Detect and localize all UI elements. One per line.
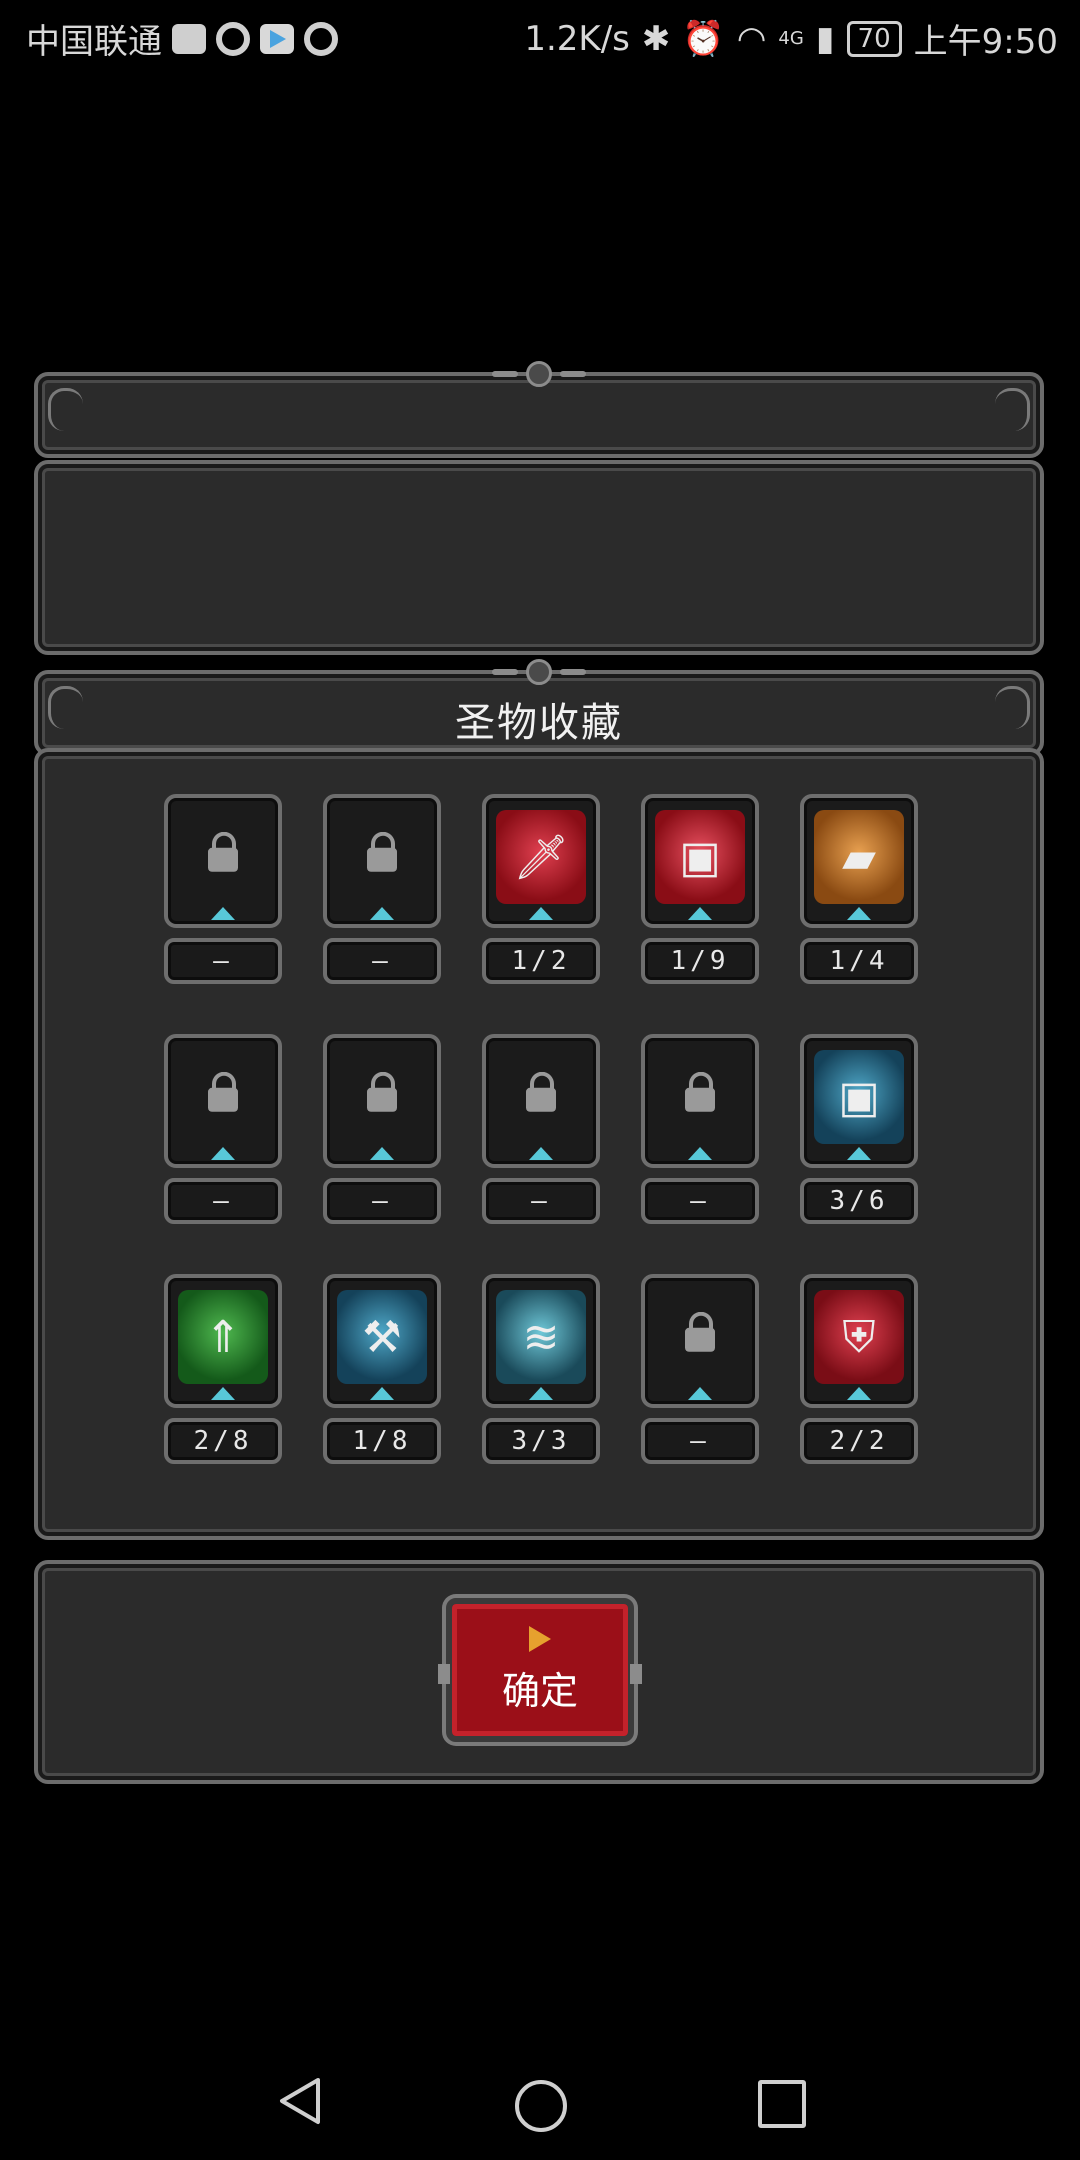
- green-arrow-icon: ⇑: [178, 1290, 268, 1384]
- relic-slot-locked[interactable]: [164, 1034, 282, 1168]
- relic-slot-red-shield[interactable]: ⛨: [800, 1274, 918, 1408]
- button-side-ornament: [438, 1664, 450, 1684]
- alarm-icon: ⏰: [682, 18, 725, 59]
- level-marker-icon: [847, 1387, 871, 1400]
- carrier-label: 中国联通: [26, 22, 162, 62]
- lock-icon: [367, 1071, 397, 1112]
- relic-count: 1/9: [641, 938, 759, 984]
- lock-icon: [685, 1311, 715, 1352]
- battery-indicator: 70: [846, 20, 902, 57]
- relic-slot-locked[interactable]: [641, 1274, 759, 1408]
- wifi-icon: ◠: [736, 18, 767, 59]
- lock-icon: [526, 1071, 556, 1112]
- bluetooth-icon: ✱: [641, 18, 671, 59]
- relic-count: —: [164, 1178, 282, 1224]
- level-marker-icon: [211, 1147, 235, 1160]
- status-bar: 中国联通 1.2K/s ✱ ⏰ ◠ 4G ▮ 70 上午9:50: [0, 0, 1080, 72]
- level-marker-icon: [370, 1387, 394, 1400]
- app-q2-icon: [304, 21, 338, 56]
- lock-icon: [367, 831, 397, 872]
- relic-count: 3/3: [482, 1418, 600, 1464]
- relic-slot-green-arrow[interactable]: ⇑: [164, 1274, 282, 1408]
- panel-ornament: [474, 659, 604, 685]
- top-info-panel: [34, 460, 1044, 655]
- relic-count: —: [641, 1418, 759, 1464]
- panel-title: 圣物收藏: [455, 700, 623, 746]
- top-panel-header: [34, 361, 1044, 458]
- app-q-icon: [216, 21, 250, 56]
- relic-slot-locked[interactable]: [323, 1034, 441, 1168]
- level-marker-icon: [847, 1147, 871, 1160]
- panel-ornament: [474, 361, 604, 387]
- relic-slot-orange-book[interactable]: ▰: [800, 794, 918, 928]
- net-speed: 1.2K/s: [524, 18, 630, 59]
- relic-slot-locked[interactable]: [164, 794, 282, 928]
- relic-count: —: [641, 1178, 759, 1224]
- red-chest-icon: ▣: [655, 810, 745, 904]
- level-marker-icon: [370, 907, 394, 920]
- corner-decoration: [48, 388, 83, 431]
- relic-count: —: [164, 938, 282, 984]
- level-marker-icon: [529, 907, 553, 920]
- confirm-label: 确定: [501, 1668, 578, 1713]
- relic-count: 1/8: [323, 1418, 441, 1464]
- signal-icon: ▮: [815, 18, 835, 59]
- level-marker-icon: [529, 1147, 553, 1160]
- level-marker-icon: [211, 907, 235, 920]
- corner-decoration: [995, 388, 1030, 431]
- level-marker-icon: [688, 1387, 712, 1400]
- relic-count: —: [323, 938, 441, 984]
- lock-icon: [685, 1071, 715, 1112]
- orange-book-icon: ▰: [814, 810, 904, 904]
- level-marker-icon: [211, 1387, 235, 1400]
- relic-slot-red-chest[interactable]: ▣: [641, 794, 759, 928]
- home-icon[interactable]: [515, 2080, 567, 2132]
- relic-slot-locked[interactable]: [641, 1034, 759, 1168]
- recent-apps-icon[interactable]: [758, 2080, 806, 2128]
- relic-slot-blue-chest[interactable]: ▣: [800, 1034, 918, 1168]
- level-marker-icon: [847, 907, 871, 920]
- blue-chest-icon: ▣: [814, 1050, 904, 1144]
- relic-slot-blue-wing[interactable]: ≋: [482, 1274, 600, 1408]
- relic-count: —: [323, 1178, 441, 1224]
- relic-count: 3/6: [800, 1178, 918, 1224]
- relic-slot-locked[interactable]: [482, 1034, 600, 1168]
- relic-count: 2/2: [800, 1418, 918, 1464]
- relic-count: 1/2: [482, 938, 600, 984]
- relic-slot-red-sword[interactable]: 🗡: [482, 794, 600, 928]
- clock: 上午9:50: [913, 22, 1058, 62]
- red-sword-icon: 🗡: [496, 810, 586, 904]
- relic-slot-locked[interactable]: [323, 794, 441, 928]
- level-marker-icon: [688, 907, 712, 920]
- play-arrow-icon: [529, 1625, 551, 1652]
- lock-icon: [208, 1071, 238, 1112]
- relic-grid-panel: — — 🗡 1/2 ▣ 1/9 ▰ 1/4 — — — — ▣ 3/6 ⇑ 2/8 ⚒ 1/8 ≋ 3/3 — ⛨ 2/2: [34, 748, 1044, 1540]
- relic-slot-blue-hammer[interactable]: ⚒: [323, 1274, 441, 1408]
- blue-hammer-icon: ⚒: [337, 1290, 427, 1384]
- relic-count: 1/4: [800, 938, 918, 984]
- video-app-icon: [260, 23, 294, 54]
- button-side-ornament: [630, 1664, 642, 1684]
- system-nav-bar: [0, 2040, 1080, 2160]
- briefcase-icon: [172, 23, 206, 54]
- lock-icon: [208, 831, 238, 872]
- relic-count: 2/8: [164, 1418, 282, 1464]
- level-marker-icon: [688, 1147, 712, 1160]
- confirm-button[interactable]: 确定: [438, 1598, 642, 1742]
- network-type: 4G: [778, 28, 804, 49]
- back-icon[interactable]: [278, 2076, 322, 2126]
- blue-wing-icon: ≋: [496, 1290, 586, 1384]
- relic-panel-header: 圣物收藏: [34, 659, 1044, 756]
- level-marker-icon: [370, 1147, 394, 1160]
- relic-count: —: [482, 1178, 600, 1224]
- level-marker-icon: [529, 1387, 553, 1400]
- red-shield-icon: ⛨: [814, 1290, 904, 1384]
